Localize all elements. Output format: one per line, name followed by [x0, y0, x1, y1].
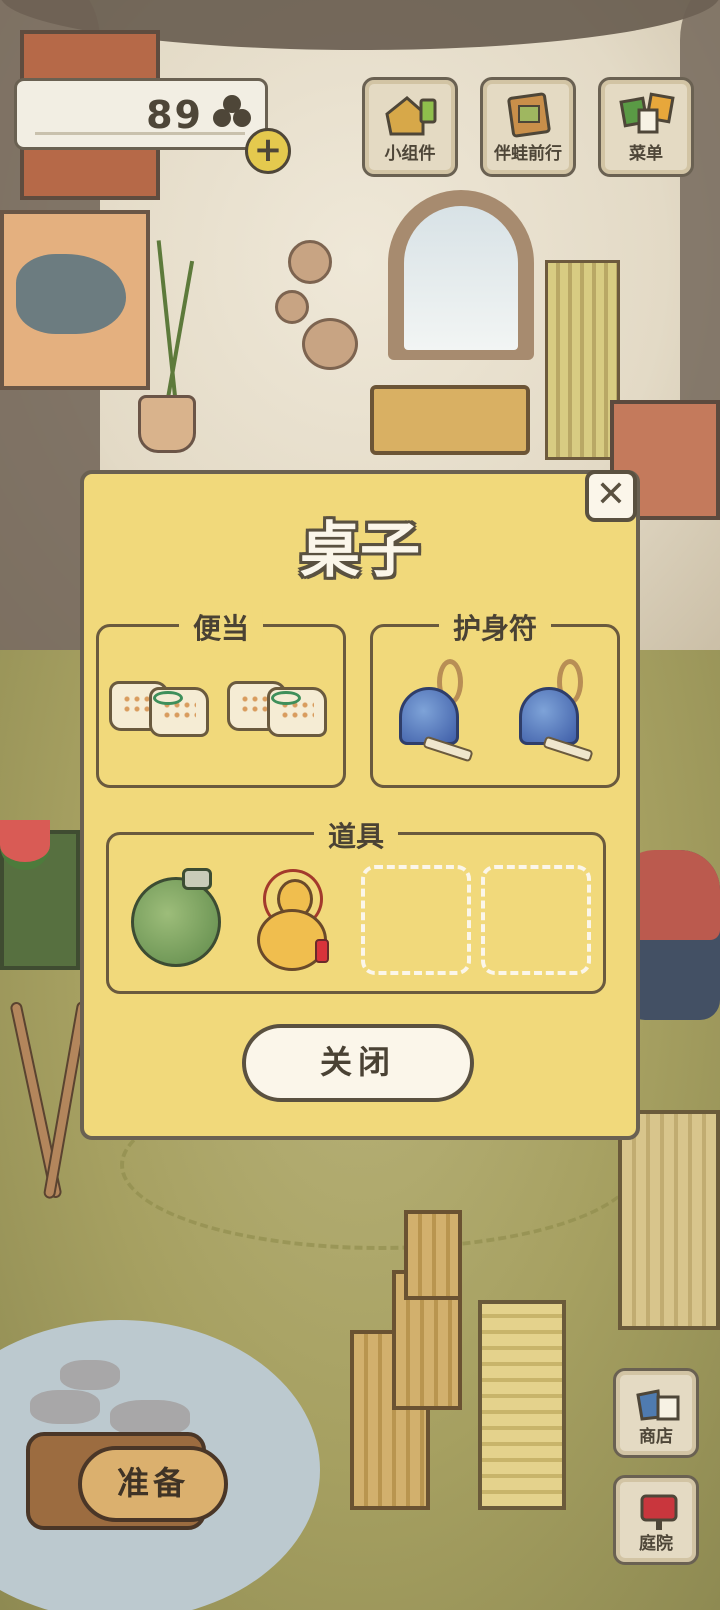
tools-section: 道具: [106, 815, 606, 994]
pond-stone: [110, 1400, 190, 1436]
counter-underline: [35, 132, 245, 135]
menu-button[interactable]: 菜单: [598, 77, 694, 177]
bamboo-wall: [618, 1110, 720, 1330]
tools-section-label: 道具: [313, 815, 399, 855]
wall-plaque: [288, 240, 332, 284]
pond-stone: [60, 1360, 120, 1390]
wall-plaque: [302, 318, 358, 370]
album-button[interactable]: 伴蛙前行: [480, 77, 576, 177]
folding-screen: [404, 1210, 462, 1300]
mailbox-icon: [640, 1494, 678, 1530]
bell-charm-icon[interactable]: [513, 659, 594, 763]
pond-stone: [30, 1390, 100, 1424]
album-label: 伴蛙前行: [494, 144, 562, 164]
widget-button[interactable]: 小组件: [362, 77, 458, 177]
canteen-icon[interactable]: [131, 868, 221, 967]
prepare-label: 准备: [78, 1446, 228, 1522]
bento-icon[interactable]: [109, 671, 221, 751]
clover-icon: [213, 95, 251, 137]
map-land: [16, 254, 126, 334]
charm-section-label: 护身符: [438, 607, 552, 647]
window-glass: [404, 206, 518, 350]
shop-label: 商店: [639, 1427, 673, 1447]
clover-counter: 89: [14, 78, 268, 150]
house-widget-icon: [385, 96, 437, 136]
menu-cards-icon: [619, 92, 675, 134]
charm-section: 护身符: [370, 607, 620, 788]
canteen-cap: [182, 868, 212, 890]
clover-leaf: [233, 109, 251, 127]
desk: [370, 385, 530, 455]
dialog-title: 桌子: [300, 516, 420, 586]
bamboo-lantern: [478, 1300, 566, 1510]
bell-charm-icon[interactable]: [393, 659, 474, 763]
clover-leaf: [213, 109, 231, 127]
bento-icon[interactable]: [227, 671, 339, 751]
scroll-stand: [545, 260, 620, 460]
widget-label: 小组件: [384, 144, 436, 164]
map-scroll: [0, 210, 150, 390]
prepare-button[interactable]: 准备: [26, 1432, 228, 1530]
bento-tie: [153, 691, 183, 705]
shop-button[interactable]: 商店: [613, 1368, 699, 1458]
plant-pot: [138, 395, 196, 453]
menu-label: 菜单: [629, 144, 663, 164]
empty-tool-slot[interactable]: [361, 865, 471, 975]
yard-button[interactable]: 庭院: [613, 1475, 699, 1565]
album-icon: [507, 92, 551, 138]
watermelon: [0, 820, 50, 870]
clover-count: 89: [146, 93, 203, 137]
add-clover-button[interactable]: +: [245, 128, 291, 174]
wall-plaque: [275, 290, 309, 324]
yard-label: 庭院: [639, 1534, 673, 1554]
bento-section-label: 便当: [178, 607, 264, 647]
close-icon[interactable]: ✕: [585, 470, 637, 522]
bento-section: 便当: [96, 607, 346, 788]
gourd-icon[interactable]: [251, 869, 341, 979]
gourd-tassel: [315, 939, 329, 963]
shop-bags-icon: [636, 1389, 680, 1421]
bento-tie: [271, 691, 301, 705]
empty-tool-slot[interactable]: [481, 865, 591, 975]
close-button[interactable]: 关闭: [242, 1024, 474, 1102]
